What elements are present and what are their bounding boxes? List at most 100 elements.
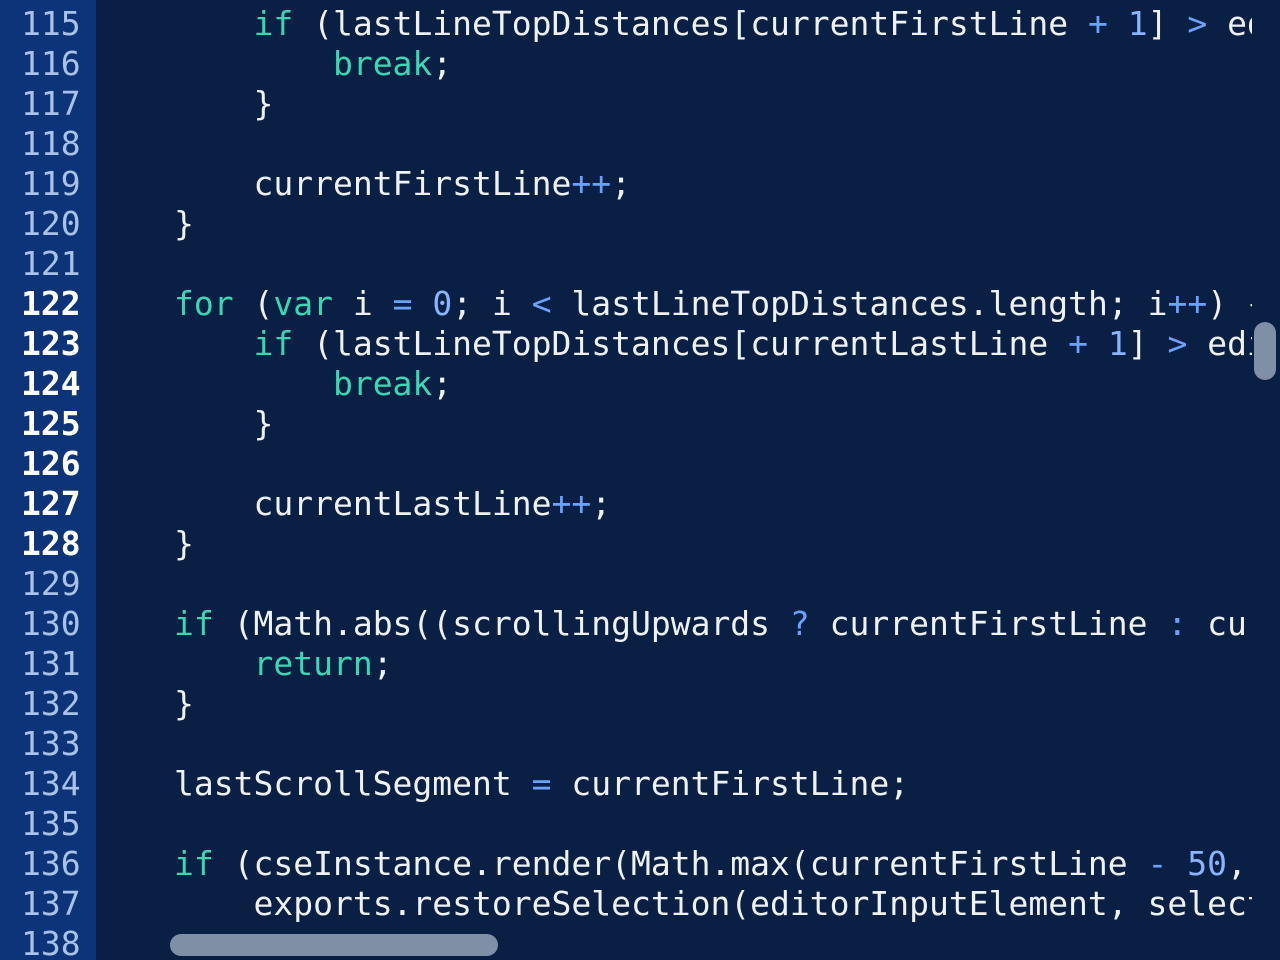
code-line[interactable]: break; (174, 44, 452, 84)
code-token-op: > (1187, 4, 1208, 43)
code-line[interactable]: for (var i = 0; i < lastLineTopDistances… (174, 284, 1252, 324)
code-line[interactable]: } (174, 204, 194, 244)
line-number: 127 (21, 484, 81, 523)
code-token-id (1167, 844, 1187, 883)
line-number: 138 (21, 924, 81, 960)
line-number: 117 (21, 84, 81, 123)
code-token-id: currentFirstLine (253, 164, 572, 203)
code-token-id (1108, 4, 1128, 43)
code-token-id: (lastLineTopDistances[currentFirstLine (293, 4, 1088, 43)
code-token-kw: if (174, 844, 214, 883)
line-number: 116 (21, 44, 81, 83)
code-token-id: currentFirstLine (809, 604, 1168, 643)
code-token-op: = (392, 284, 413, 323)
code-token-op: + (1068, 324, 1088, 363)
code-token-kw: if (253, 324, 294, 363)
line-number: 134 (21, 764, 81, 803)
horizontal-scrollbar-thumb[interactable] (170, 934, 498, 956)
code-token-id: (lastLineTopDistances[currentLastLine (293, 324, 1069, 363)
code-token-op: ++ (1167, 284, 1208, 323)
code-line[interactable]: if (cseInstance.render(Math.max(currentF… (174, 844, 1247, 884)
code-editor[interactable]: 115 if (lastLineTopDistances[currentFirs… (0, 0, 1280, 960)
code-token-id: (cseInstance.render(Math.max(currentFirs… (213, 844, 1148, 883)
code-token-id: lastScrollSegment (174, 764, 532, 803)
code-token-op: + (1087, 4, 1108, 43)
code-token-kw: return (253, 644, 373, 683)
line-number: 132 (21, 684, 81, 723)
code-line[interactable]: lastScrollSegment = currentFirstLine; (174, 764, 909, 804)
line-number: 119 (21, 164, 81, 203)
line-number: 126 (21, 444, 81, 483)
code-token-num: 1 (1107, 324, 1128, 363)
code-token-id: currentFirstLine; (551, 764, 910, 803)
code-token-op: - (1147, 844, 1168, 883)
line-number: 115 (21, 4, 81, 43)
code-token-punct: } (174, 524, 194, 563)
code-line[interactable]: } (174, 84, 273, 124)
code-token-kw: break (332, 364, 433, 403)
code-token-punct: ; (372, 644, 393, 683)
code-token-punct: ; (611, 164, 631, 203)
code-line[interactable]: if (lastLineTopDistances[currentLastLine… (174, 324, 1252, 364)
line-number: 124 (21, 364, 81, 403)
code-token-id: (Math.abs((scrollingUpwards (213, 604, 790, 643)
line-number: 123 (21, 324, 81, 363)
code-line[interactable]: } (174, 404, 273, 444)
code-token-id (412, 284, 432, 323)
line-number: 135 (21, 804, 81, 843)
code-line[interactable]: if (Math.abs((scrollingUpwards ? current… (174, 604, 1252, 644)
code-token-kw: break (332, 44, 433, 83)
code-token-id: ed (1227, 4, 1252, 43)
code-line[interactable]: } (174, 684, 194, 724)
code-token-id: cur (1207, 604, 1252, 643)
code-token-punct: ; (432, 364, 453, 403)
code-token-id: lastLineTopDistances.length; i (551, 284, 1168, 323)
line-number: 121 (21, 244, 81, 283)
code-token-punct: } (174, 684, 194, 723)
code-line[interactable]: return; (174, 644, 393, 684)
code-token-punct: } (253, 84, 274, 123)
code-token-num: 0 (432, 284, 453, 323)
line-number: 137 (21, 884, 81, 923)
line-number: 131 (21, 644, 81, 683)
code-token-op: ? (789, 604, 810, 643)
line-number: 130 (21, 604, 81, 643)
code-token-punct: ; (591, 484, 612, 523)
code-line[interactable]: } (174, 524, 194, 564)
code-token-punct: } (253, 404, 274, 443)
line-number: 118 (21, 124, 81, 163)
code-token-op: ++ (571, 164, 612, 203)
code-token-kw: for (174, 284, 234, 323)
code-line[interactable]: exports.restoreSelection(editorInputElem… (174, 884, 1252, 924)
code-line[interactable]: if (lastLineTopDistances[currentFirstLin… (174, 4, 1252, 44)
code-token-id: ] (1147, 4, 1188, 43)
code-token-id: i (332, 284, 393, 323)
code-token-op: : (1167, 604, 1188, 643)
code-token-id (1088, 324, 1108, 363)
code-token-op: < (531, 284, 552, 323)
code-line[interactable]: currentLastLine++; (174, 484, 611, 524)
code-line[interactable]: break; (174, 364, 452, 404)
code-token-punct: ; (432, 44, 453, 83)
code-token-id: ( (233, 284, 274, 323)
code-token-punct: } (174, 204, 194, 243)
code-token-op: > (1167, 324, 1188, 363)
code-token-id: , (1227, 844, 1247, 883)
code-token-id: currentLastLine (253, 484, 552, 523)
vertical-scrollbar-thumb[interactable] (1254, 322, 1276, 380)
line-number: 133 (21, 724, 81, 763)
code-token-kw: if (253, 4, 294, 43)
code-line[interactable]: currentFirstLine++; (174, 164, 631, 204)
code-token-id: ] (1127, 324, 1168, 363)
code-token-kw: var (273, 284, 333, 323)
code-token-id: edi (1207, 324, 1252, 363)
code-token-id: ) { (1207, 284, 1252, 323)
